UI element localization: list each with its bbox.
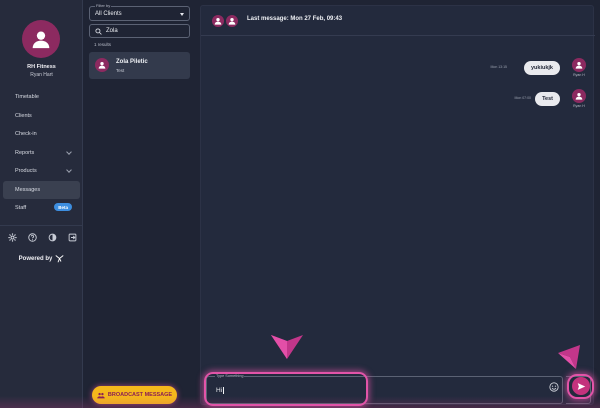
message-author: Ryan H bbox=[573, 104, 585, 108]
brand-logo-icon bbox=[55, 255, 64, 263]
message-input-label: Type Something bbox=[215, 374, 245, 378]
nav-item-check-in[interactable]: Check-in bbox=[3, 125, 80, 144]
powered-by-label: Powered by bbox=[18, 255, 53, 262]
business-name: RH Fitness bbox=[27, 64, 56, 70]
avatar bbox=[572, 89, 586, 103]
message-row: Mon 07:00 Test Ryan H bbox=[466, 89, 586, 109]
emoji-icon[interactable] bbox=[549, 382, 559, 392]
broadcast-label: BROADCAST MESSAGE bbox=[107, 392, 173, 398]
client-filter-select[interactable]: Filter by All Clients bbox=[89, 3, 190, 21]
chevron-down-icon bbox=[66, 167, 72, 173]
nav-item-label: Staff bbox=[15, 205, 27, 212]
message-input[interactable]: Type Something Hi bbox=[206, 374, 563, 404]
powered-by: Powered by bbox=[0, 254, 83, 263]
results-count: 1 results bbox=[94, 42, 112, 47]
nav-divider bbox=[0, 225, 83, 226]
nav-item-timetable[interactable]: Timetable bbox=[3, 88, 80, 107]
list-item[interactable]: Zola Piletic Test bbox=[89, 52, 190, 79]
pointer-arrow-icon bbox=[558, 345, 580, 369]
caret-down-icon bbox=[180, 13, 184, 16]
nav-item-label: Timetable bbox=[15, 94, 39, 101]
nav-item-products[interactable]: Products bbox=[3, 162, 80, 181]
side-nav: RH Fitness Ryan Hart Timetable Clients C… bbox=[0, 0, 83, 408]
business-avatar[interactable] bbox=[22, 20, 60, 58]
nav-item-staff[interactable]: Staff Beta bbox=[3, 199, 80, 218]
nav-item-reports[interactable]: Reports bbox=[3, 144, 80, 163]
group-icon bbox=[97, 392, 105, 398]
chat-panel: Last message: Mon 27 Feb, 09:43 Mon 13:1… bbox=[200, 5, 595, 405]
send-button[interactable] bbox=[572, 377, 590, 395]
avatar bbox=[572, 58, 586, 72]
client-list-panel: Filter by All Clients Zola 1 results Zol… bbox=[84, 0, 195, 408]
message-time: Mon 07:00 bbox=[514, 96, 531, 100]
client-preview: Test bbox=[116, 67, 125, 73]
chat-header: Last message: Mon 27 Feb, 09:43 bbox=[201, 6, 595, 36]
person-icon bbox=[214, 18, 222, 25]
person-icon bbox=[575, 62, 583, 69]
chevron-down-icon bbox=[66, 148, 72, 155]
nav-item-label: Products bbox=[15, 168, 37, 175]
nav-list: Timetable Clients Check-in Reports Produ… bbox=[3, 88, 80, 218]
person-icon bbox=[228, 18, 236, 25]
nav-item-messages[interactable]: Messages bbox=[3, 180, 80, 199]
search-icon bbox=[95, 27, 102, 35]
client-search-input[interactable]: Zola bbox=[89, 24, 190, 38]
pointer-arrow-icon bbox=[271, 335, 303, 359]
broadcast-message-button[interactable]: BROADCAST MESSAGE bbox=[92, 386, 177, 404]
avatar bbox=[211, 14, 225, 28]
avatar bbox=[95, 58, 109, 72]
message-time: Mon 13:15 bbox=[490, 65, 507, 69]
filter-label: Filter by bbox=[95, 3, 112, 8]
search-value: Zola bbox=[106, 28, 118, 34]
client-name: Zola Piletic bbox=[116, 59, 148, 65]
last-message-time: Last message: Mon 27 Feb, 09:43 bbox=[247, 16, 343, 22]
message-input-value: Hi bbox=[216, 387, 224, 395]
gear-icon[interactable] bbox=[6, 231, 18, 243]
person-icon bbox=[98, 62, 106, 69]
person-icon bbox=[575, 93, 583, 100]
message-author: Ryan H bbox=[573, 73, 585, 77]
avatar bbox=[225, 14, 239, 28]
filter-value: All Clients bbox=[95, 10, 122, 17]
nav-item-label: Messages bbox=[15, 186, 41, 193]
theme-toggle-icon[interactable] bbox=[46, 231, 58, 243]
message-bubble[interactable]: Test bbox=[535, 92, 560, 106]
message-row: Mon 13:15 yukiukjk Ryan H bbox=[466, 58, 586, 78]
help-icon[interactable] bbox=[26, 231, 38, 243]
nav-item-label: Check-in bbox=[15, 131, 37, 138]
nav-item-clients[interactable]: Clients bbox=[3, 107, 80, 126]
nav-item-label: Clients bbox=[15, 112, 32, 119]
nav-item-label: Reports bbox=[15, 149, 35, 156]
logout-icon[interactable] bbox=[66, 231, 78, 243]
message-bubble[interactable]: yukiukjk bbox=[523, 61, 560, 75]
beta-badge: Beta bbox=[54, 203, 72, 211]
send-icon bbox=[577, 382, 585, 390]
user-name: Ryan Hart bbox=[30, 72, 53, 78]
nav-utility-icons bbox=[6, 231, 78, 243]
person-icon bbox=[32, 31, 50, 49]
